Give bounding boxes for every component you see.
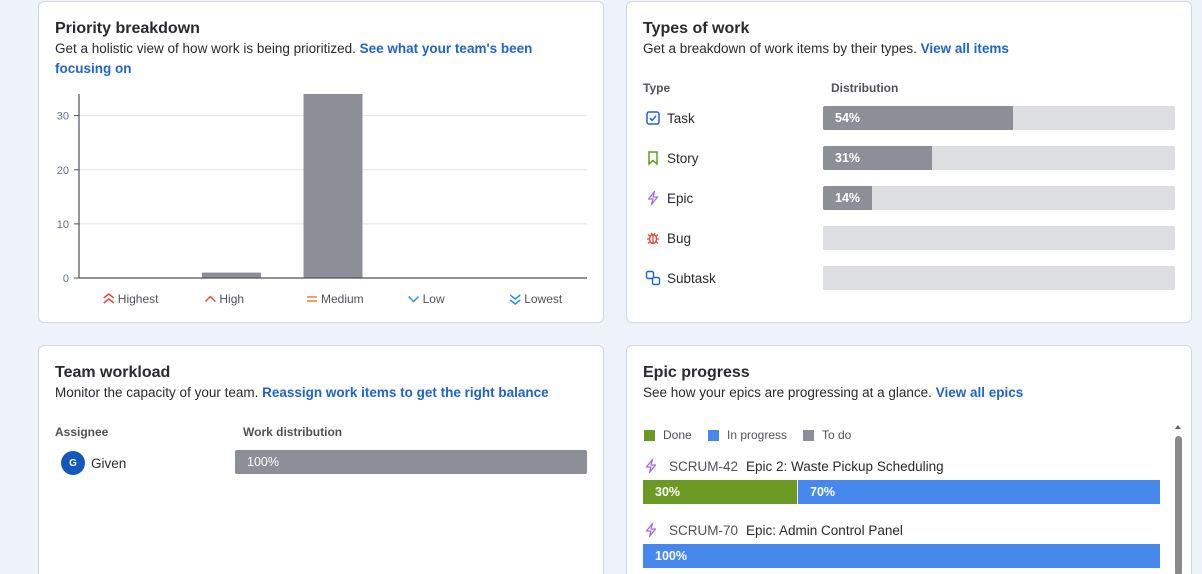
- in-progress-percent: 70%: [810, 485, 836, 499]
- type-row-bug[interactable]: Bug: [645, 226, 691, 250]
- epic-progress-bar: 30% 70%: [643, 480, 1160, 504]
- distribution-bar-bug: [823, 226, 1175, 250]
- epic-bolt-icon: [645, 522, 657, 538]
- team-workload-card: Team workload Monitor the capacity of yo…: [38, 345, 604, 574]
- avatar: G: [61, 451, 85, 475]
- epic-name: Epic 2: Waste Pickup Scheduling: [746, 458, 944, 474]
- legend-swatch: [708, 429, 719, 441]
- reassign-work-link[interactable]: Reassign work items to get the right bal…: [262, 385, 549, 400]
- type-label: Subtask: [667, 270, 716, 286]
- chevron-double-up-icon: [103, 293, 115, 304]
- distribution-bar-story: 31%: [823, 146, 1175, 170]
- x-tick-label: High: [219, 292, 244, 306]
- priority-chart: 0 10 20 30 Highest High Medium Low Lowest: [57, 94, 587, 306]
- x-tick-label: Low: [423, 292, 445, 306]
- legend-swatch: [803, 429, 814, 441]
- y-tick-label: 20: [57, 165, 69, 177]
- distribution-bar-subtask: [823, 266, 1175, 290]
- legend-todo: To do: [803, 428, 851, 442]
- legend-swatch: [644, 429, 655, 441]
- epic-item[interactable]: SCRUM-70 Epic: Admin Control Panel: [643, 522, 903, 538]
- distribution-fill: 54%: [823, 106, 1013, 130]
- story-bookmark-icon: [648, 151, 658, 166]
- done-percent: 30%: [655, 485, 681, 499]
- type-row-task[interactable]: Task: [645, 106, 695, 130]
- bar-medium[interactable]: [303, 94, 363, 278]
- legend-in-progress: In progress: [708, 428, 787, 442]
- distribution-percent: 14%: [835, 191, 861, 205]
- type-row-story[interactable]: Story: [645, 146, 699, 170]
- card-description: Get a breakdown of work items by their t…: [643, 39, 1009, 59]
- description-text: Get a breakdown of work items by their t…: [643, 41, 917, 56]
- bar-high[interactable]: [201, 272, 261, 278]
- type-label: Epic: [667, 190, 694, 206]
- y-tick-label: 30: [57, 111, 69, 123]
- assignee-column-header: Assignee: [55, 425, 109, 439]
- epic-item[interactable]: SCRUM-42 Epic 2: Waste Pickup Scheduling: [643, 458, 944, 474]
- distribution-column-header: Distribution: [831, 81, 899, 95]
- scroll-up-arrow-icon[interactable]: [1172, 422, 1184, 432]
- card-title: Epic progress: [643, 364, 750, 381]
- equals-icon: [307, 296, 317, 302]
- subtask-icon: [645, 270, 661, 286]
- work-distribution-column-header: Work distribution: [243, 425, 343, 439]
- y-tick-label: 0: [63, 273, 69, 285]
- legend-label: In progress: [727, 428, 788, 442]
- in-progress-percent: 100%: [655, 549, 687, 563]
- scrollbar[interactable]: [1172, 422, 1184, 574]
- card-title: Team workload: [55, 364, 171, 381]
- in-progress-segment: 100%: [643, 544, 1160, 568]
- type-label: Task: [667, 110, 695, 126]
- assignee-row[interactable]: G Given: [61, 451, 126, 475]
- done-segment: 30%: [643, 480, 798, 504]
- distribution-fill: 14%: [823, 186, 872, 210]
- epic-progress-bar: 100%: [643, 544, 1160, 568]
- distribution-bar-epic: 14%: [823, 186, 1175, 210]
- scrollbar-thumb[interactable]: [1175, 436, 1182, 574]
- work-distribution-bar: 100%: [235, 450, 587, 474]
- type-row-subtask[interactable]: Subtask: [645, 266, 716, 290]
- task-checkbox-icon: [646, 111, 660, 125]
- distribution-percent: 31%: [835, 151, 861, 165]
- epic-name: Epic: Admin Control Panel: [746, 522, 903, 538]
- epic-key: SCRUM-70: [669, 522, 739, 538]
- x-tick-label: Medium: [321, 292, 364, 306]
- distribution-percent: 54%: [835, 111, 861, 125]
- legend-label: To do: [822, 428, 852, 442]
- priority-breakdown-card: Priority breakdown Get a holistic view o…: [38, 1, 604, 323]
- distribution-fill: 31%: [823, 146, 932, 170]
- distribution-bar-task: 54%: [823, 106, 1175, 130]
- view-all-items-link[interactable]: View all items: [921, 41, 1009, 56]
- assignee-name: Given: [91, 455, 127, 471]
- epic-key: SCRUM-42: [669, 458, 739, 474]
- y-tick-label: 10: [57, 219, 69, 231]
- type-column-header: Type: [643, 81, 671, 95]
- legend-label: Done: [663, 428, 692, 442]
- x-tick-label: Lowest: [524, 292, 563, 306]
- card-description: Monitor the capacity of your team. Reass…: [55, 383, 549, 403]
- type-label: Story: [667, 150, 699, 166]
- epic-bolt-icon: [647, 190, 659, 206]
- epic-bolt-icon: [645, 458, 657, 474]
- description-text: See how your epics are progressing at a …: [643, 385, 932, 400]
- chevron-down-icon: [408, 295, 420, 303]
- chevron-up-icon: [204, 295, 216, 303]
- description-text: Monitor the capacity of your team.: [55, 385, 259, 400]
- card-description: See how your epics are progressing at a …: [643, 383, 1023, 403]
- bug-icon: [647, 232, 659, 245]
- types-of-work-card: Types of work Get a breakdown of work it…: [626, 1, 1192, 323]
- card-title: Types of work: [643, 20, 750, 37]
- type-row-epic[interactable]: Epic: [645, 186, 693, 210]
- x-tick-label: Highest: [118, 292, 159, 306]
- legend-done: Done: [644, 428, 692, 442]
- in-progress-segment: 70%: [798, 480, 1160, 504]
- work-distribution-fill: 100%: [235, 450, 587, 474]
- chevron-double-down-icon: [509, 294, 521, 305]
- view-all-epics-link[interactable]: View all epics: [936, 385, 1024, 400]
- type-label: Bug: [667, 230, 692, 246]
- work-distribution-percent: 100%: [247, 455, 279, 469]
- epic-progress-card: Epic progress See how your epics are pro…: [626, 345, 1192, 574]
